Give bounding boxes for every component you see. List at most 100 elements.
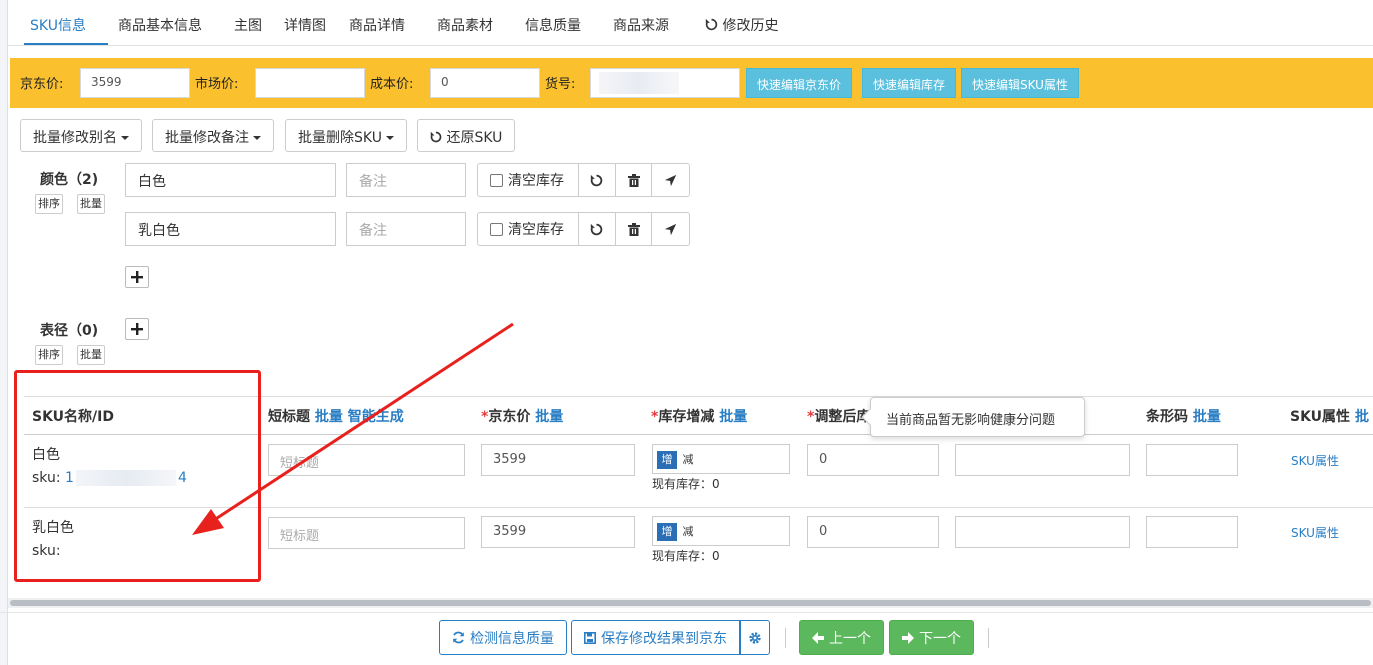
item-no-label: 货号:	[545, 77, 576, 92]
diameter-group-label: 表径（0)	[40, 323, 99, 339]
save-settings-button[interactable]	[740, 620, 770, 655]
row-field-input[interactable]	[955, 516, 1130, 548]
barcode-input[interactable]	[1146, 516, 1238, 548]
col-jd-price: *京东价 批量	[481, 406, 563, 426]
color-sort-button[interactable]: 排序	[35, 194, 63, 214]
item-no-input[interactable]	[590, 68, 740, 98]
color-value-input[interactable]: 白色	[125, 163, 336, 197]
col-sku-attr-label: SKU属性	[1290, 409, 1351, 425]
quick-edit-jd-price-button[interactable]: 快速编辑京东价	[746, 68, 853, 98]
clear-stock-checkbox[interactable]: 清空库存	[478, 164, 580, 196]
tab-history[interactable]: 修改历史	[705, 15, 778, 35]
reset-button[interactable]	[579, 164, 616, 196]
diameter-sort-button[interactable]: 排序	[35, 345, 63, 365]
tab-product-detail[interactable]: 商品详情	[349, 15, 405, 35]
batch-delete-sku-button[interactable]: 批量删除SKU	[285, 119, 407, 152]
jd-price-input[interactable]: 3599	[481, 444, 635, 476]
batch-edit-note-button[interactable]: 批量修改备注	[152, 119, 274, 152]
adjusted-stock-input[interactable]: 0	[807, 444, 939, 476]
save-to-jd-label: 保存修改结果到京东	[601, 630, 727, 647]
delete-button[interactable]	[616, 213, 653, 245]
short-title-input[interactable]: 短标题	[268, 444, 465, 476]
cost-price-label: 成本价:	[370, 77, 414, 92]
sku-attr-link[interactable]: SKU属性	[1291, 452, 1339, 469]
batch-edit-alias-button[interactable]: 批量修改别名	[20, 119, 142, 152]
checkbox-icon	[490, 173, 503, 187]
short-title-input[interactable]: 短标题	[268, 517, 465, 549]
delete-button[interactable]	[616, 164, 653, 196]
stock-change-batch-link[interactable]: 批量	[719, 409, 747, 425]
tab-product-source[interactable]: 商品来源	[613, 15, 669, 35]
footer-separator	[785, 628, 786, 648]
row-field-input[interactable]	[955, 444, 1130, 476]
footer-divider	[0, 612, 1373, 613]
stock-increase-button[interactable]: 增	[657, 451, 677, 469]
undo-icon	[430, 131, 442, 143]
current-stock-note: 现有库存：0	[652, 549, 720, 563]
previous-button[interactable]: 上一个	[799, 620, 884, 655]
tooltip-text: 当前商品暂无影响健康分问题	[886, 413, 1056, 428]
tab-sku-info[interactable]: SKU信息	[30, 15, 86, 35]
color-note-input[interactable]: 备注	[346, 212, 466, 246]
quick-edit-sku-attr-button[interactable]: 快速编辑SKU属性	[961, 68, 1079, 98]
sku-attr-link[interactable]: SKU属性	[1291, 524, 1339, 541]
gear-icon	[749, 631, 761, 644]
arrow-left-icon	[812, 631, 824, 644]
color-batch-button[interactable]: 批量	[77, 194, 105, 214]
left-sidebar-edge	[0, 0, 8, 665]
color-action-group: 清空库存	[477, 212, 690, 246]
color-value-input[interactable]: 乳白色	[125, 212, 336, 246]
tab-basic-info[interactable]: 商品基本信息	[118, 15, 202, 35]
scrollbar-thumb[interactable]	[10, 600, 1371, 606]
trash-icon	[627, 173, 640, 187]
jd-price-batch-link[interactable]: 批量	[535, 409, 563, 425]
tab-product-material[interactable]: 商品素材	[437, 15, 493, 35]
location-arrow-icon	[665, 174, 677, 186]
stock-decrease-button[interactable]: 减	[679, 523, 697, 541]
sku-attr-batch-link[interactable]: 批	[1355, 409, 1369, 425]
undo-icon	[591, 174, 603, 186]
tab-main-image[interactable]: 主图	[234, 15, 262, 35]
add-diameter-button[interactable]	[125, 318, 149, 340]
col-short-title-label: 短标题	[268, 409, 310, 425]
tab-info-quality[interactable]: 信息质量	[525, 15, 581, 35]
locate-button[interactable]	[652, 164, 689, 196]
price-bar: 京东价: 3599 市场价: 成本价: 0 货号: 快速编辑京东价 快速编辑库存…	[10, 58, 1373, 108]
color-group-label: 颜色（2)	[40, 172, 99, 188]
restore-sku-button[interactable]: 还原SKU	[417, 119, 516, 152]
tab-detail-image[interactable]: 详情图	[284, 15, 326, 35]
save-icon	[584, 631, 596, 644]
history-icon	[705, 18, 718, 31]
health-score-tooltip: 当前商品暂无影响健康分问题	[861, 397, 1085, 437]
annotation-highlight-box	[14, 370, 261, 582]
barcode-batch-link[interactable]: 批量	[1193, 409, 1221, 425]
location-arrow-icon	[665, 223, 677, 235]
caret-down-icon	[385, 136, 394, 140]
diameter-batch-button[interactable]: 批量	[77, 345, 105, 365]
cost-price-input[interactable]: 0	[430, 68, 540, 98]
adjusted-stock-input[interactable]: 0	[807, 516, 939, 548]
market-price-input[interactable]	[255, 68, 365, 98]
plus-icon	[131, 323, 143, 335]
color-note-input[interactable]: 备注	[346, 163, 466, 197]
stock-increase-button[interactable]: 增	[657, 523, 677, 541]
horizontal-scrollbar[interactable]	[8, 598, 1373, 608]
save-to-jd-button[interactable]: 保存修改结果到京东	[571, 620, 740, 655]
reset-button[interactable]	[579, 213, 616, 245]
next-label: 下一个	[919, 630, 961, 647]
short-title-ai-link[interactable]: 智能生成	[348, 409, 404, 425]
add-color-button[interactable]	[125, 266, 149, 288]
locate-button[interactable]	[652, 213, 689, 245]
plus-icon	[131, 271, 143, 283]
next-button[interactable]: 下一个	[889, 620, 974, 655]
check-quality-button[interactable]: 检测信息质量	[439, 620, 567, 655]
short-title-batch-link[interactable]: 批量	[315, 409, 343, 425]
col-barcode: 条形码 批量	[1146, 406, 1221, 426]
clear-stock-label: 清空库存	[508, 173, 564, 189]
jd-price-input[interactable]: 3599	[80, 68, 190, 98]
quick-edit-stock-button[interactable]: 快速编辑库存	[862, 68, 957, 98]
jd-price-input[interactable]: 3599	[481, 516, 635, 548]
barcode-input[interactable]	[1146, 444, 1238, 476]
clear-stock-checkbox[interactable]: 清空库存	[478, 213, 580, 245]
stock-decrease-button[interactable]: 减	[679, 451, 697, 469]
